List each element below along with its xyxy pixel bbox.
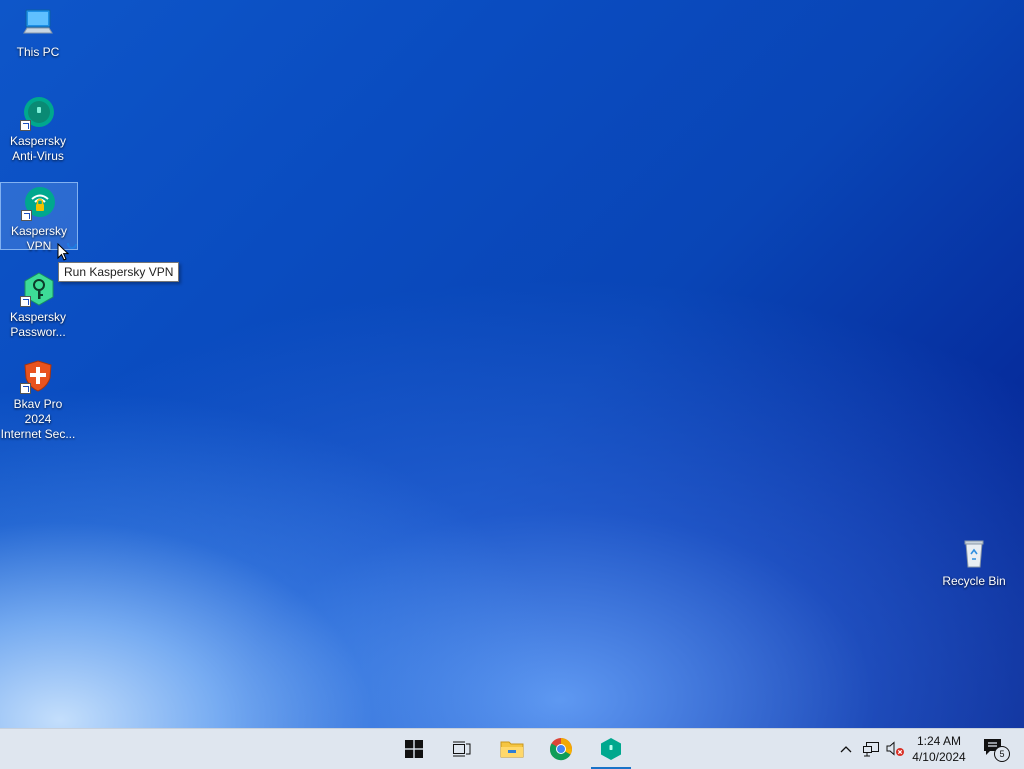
notification-count-badge: 5 bbox=[994, 746, 1010, 762]
icon-label-line1: Bkav Pro 2024 bbox=[13, 397, 63, 426]
desktop-icon-kaspersky-anti-virus[interactable]: Kaspersky Anti-Virus bbox=[0, 95, 76, 163]
network-button[interactable] bbox=[860, 729, 882, 769]
volume-button[interactable] bbox=[884, 729, 906, 769]
show-hidden-icons-button[interactable] bbox=[836, 729, 856, 769]
network-icon bbox=[863, 742, 879, 757]
start-button[interactable] bbox=[390, 729, 438, 769]
icon-label-line2: Anti-Virus bbox=[12, 149, 64, 163]
icon-label-line2: Internet Sec... bbox=[0, 427, 76, 441]
desktop-icon-this-pc[interactable]: This PC bbox=[0, 6, 76, 62]
bkav-shield-icon bbox=[20, 358, 56, 394]
shortcut-arrow-icon bbox=[20, 296, 31, 307]
kaspersky-anti-virus-icon bbox=[20, 95, 56, 131]
icon-label-line2: Passwor... bbox=[10, 325, 66, 339]
icon-label-line1: Kaspersky bbox=[9, 310, 67, 324]
volume-muted-icon bbox=[886, 741, 904, 756]
action-center-button[interactable]: 5 bbox=[978, 729, 1012, 769]
icon-label-line1: Kaspersky bbox=[10, 224, 68, 238]
desktop[interactable]: This PC Kaspersky Anti-Virus Kaspersky V… bbox=[0, 0, 1024, 728]
taskbar: 1:24 AM 4/10/2024 5 bbox=[0, 728, 1024, 769]
icon-label: This PC bbox=[16, 45, 60, 59]
kaspersky-icon bbox=[601, 738, 621, 760]
this-pc-icon bbox=[20, 6, 56, 42]
tooltip: Run Kaspersky VPN bbox=[58, 262, 180, 282]
shortcut-arrow-icon bbox=[20, 383, 31, 394]
kaspersky-vpn-icon bbox=[21, 185, 57, 221]
windows-logo-icon bbox=[405, 740, 423, 758]
taskbar-kaspersky[interactable] bbox=[587, 729, 635, 769]
chrome-icon bbox=[549, 738, 572, 761]
kaspersky-password-manager-icon bbox=[20, 271, 56, 307]
taskbar-chrome[interactable] bbox=[537, 729, 585, 769]
mouse-cursor-icon bbox=[57, 239, 77, 263]
file-explorer-icon bbox=[500, 741, 524, 758]
icon-label: Recycle Bin bbox=[942, 574, 1006, 588]
task-view-icon bbox=[453, 741, 471, 757]
desktop-icon-recycle-bin[interactable]: Recycle Bin bbox=[936, 535, 1012, 591]
taskbar-file-explorer[interactable] bbox=[488, 729, 536, 769]
clock-date: 4/10/2024 bbox=[912, 750, 966, 764]
clock[interactable]: 1:24 AM 4/10/2024 bbox=[904, 733, 974, 765]
desktop-icon-kaspersky-vpn[interactable]: Kaspersky VPN bbox=[0, 182, 78, 253]
recycle-bin-icon bbox=[956, 535, 992, 571]
icon-label-line1: Kaspersky bbox=[9, 134, 67, 148]
clock-time: 1:24 AM bbox=[916, 734, 962, 748]
shortcut-arrow-icon bbox=[20, 120, 31, 131]
shortcut-arrow-icon bbox=[21, 210, 32, 221]
desktop-icon-bkav-pro[interactable]: Bkav Pro 2024 Internet Sec... bbox=[0, 358, 76, 441]
chevron-up-icon bbox=[840, 746, 852, 753]
task-view-button[interactable] bbox=[438, 729, 486, 769]
